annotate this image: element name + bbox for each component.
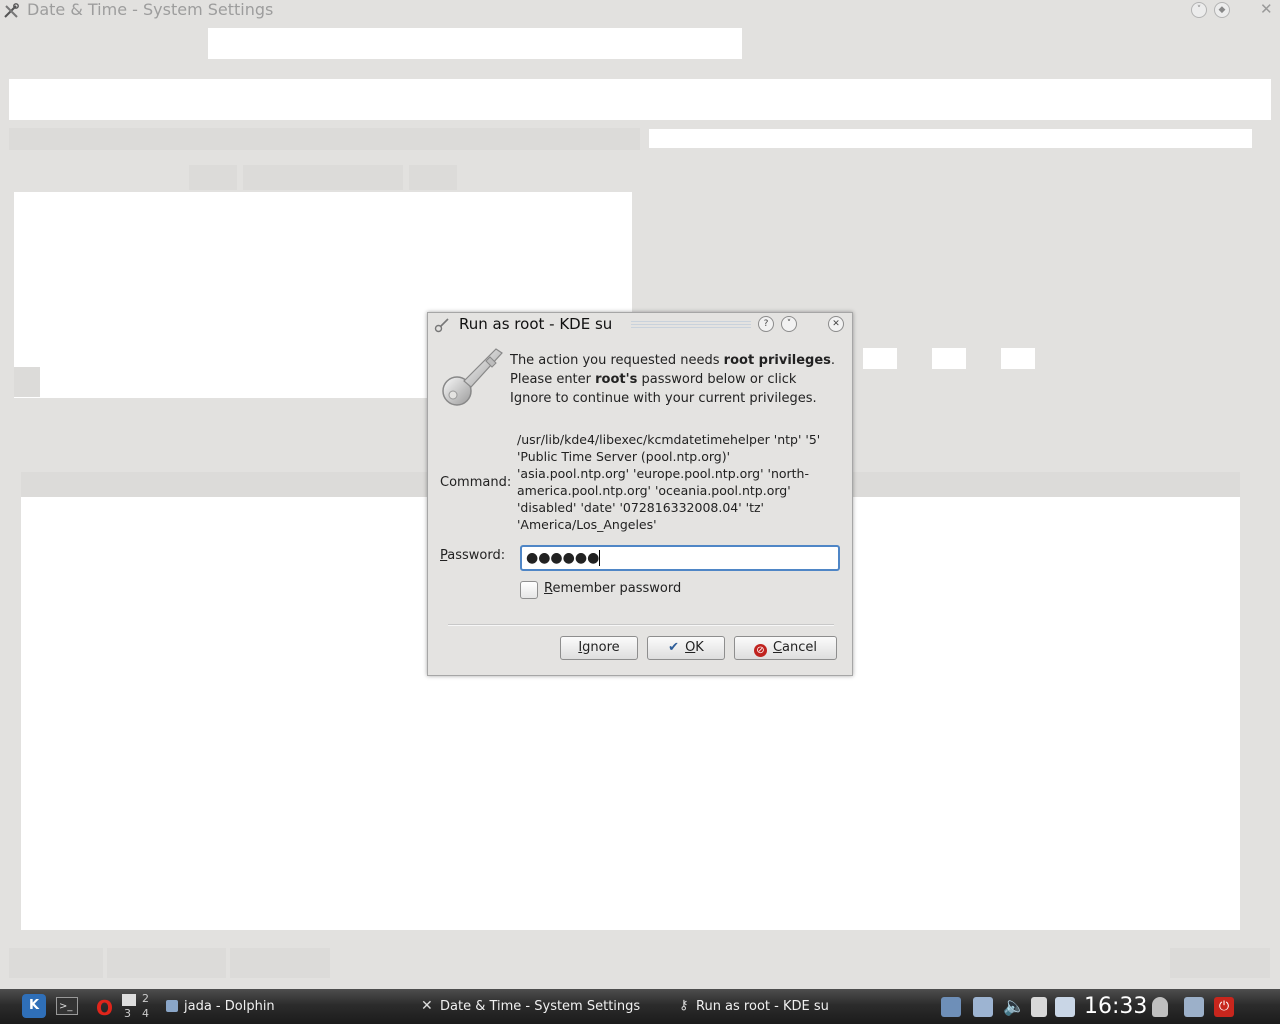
- command-text: /usr/lib/kde4/libexec/kcmdatetimehelper …: [517, 432, 821, 532]
- klipper-icon[interactable]: [941, 997, 961, 1017]
- text-caret: [599, 550, 601, 566]
- trash-icon[interactable]: [1152, 997, 1168, 1017]
- dialog-message: The action you requested needs root priv…: [510, 353, 836, 406]
- pager-desktop-1[interactable]: [122, 994, 136, 1006]
- pager-desktop-2[interactable]: 2: [142, 992, 149, 1005]
- second-field[interactable]: [1001, 348, 1035, 369]
- help-icon[interactable]: ?: [758, 316, 774, 332]
- terminal-icon[interactable]: >_: [56, 997, 78, 1015]
- opera-icon[interactable]: O: [96, 996, 113, 1020]
- network-icon[interactable]: [973, 997, 993, 1017]
- remember-password-checkbox[interactable]: [520, 581, 538, 599]
- button-separator: [448, 624, 834, 626]
- year-selector[interactable]: [409, 165, 457, 190]
- run-as-root-dialog: Run as root - KDE su ? ˅ ✕ The action yo…: [427, 312, 853, 676]
- minute-field[interactable]: [932, 348, 966, 369]
- checkmark-icon: ✔: [668, 640, 680, 655]
- tools-icon: ✕: [421, 998, 433, 1014]
- apply-button[interactable]: [1170, 948, 1270, 978]
- task-dolphin[interactable]: jada - Dolphin: [184, 999, 275, 1014]
- close-icon[interactable]: ✕: [828, 316, 844, 332]
- password-input[interactable]: ●●●●●●: [520, 545, 840, 571]
- password-label: Password:: [440, 548, 506, 563]
- folder-icon: [166, 1000, 178, 1012]
- reset-button[interactable]: [230, 948, 330, 978]
- pager[interactable]: 2 3 4: [120, 992, 156, 1022]
- help-button[interactable]: [9, 948, 103, 978]
- remember-password-label[interactable]: Remember password: [544, 581, 681, 596]
- hour-field[interactable]: [863, 348, 897, 369]
- tab-time-zone[interactable]: [649, 129, 1252, 148]
- search-field[interactable]: [208, 28, 742, 59]
- cancel-button[interactable]: ⊘ Cancel: [734, 636, 837, 660]
- logout-icon[interactable]: ⏻: [1214, 997, 1234, 1017]
- default-button[interactable]: [107, 948, 226, 978]
- ignore-button[interactable]: Ignore: [560, 636, 638, 660]
- month-name-selector[interactable]: [243, 165, 403, 190]
- pager-desktop-3[interactable]: 3: [124, 1007, 131, 1020]
- clipboard-icon[interactable]: [1031, 997, 1047, 1017]
- background-window-title: Date & Time - System Settings: [27, 0, 274, 19]
- minimize-icon[interactable]: ˅: [781, 316, 797, 332]
- key-icon: [442, 348, 503, 406]
- lock-screen-icon[interactable]: [1184, 997, 1204, 1017]
- kde-menu-icon[interactable]: K: [22, 994, 46, 1018]
- minimize-icon[interactable]: ˅: [1191, 2, 1207, 18]
- ok-button[interactable]: ✔ OK: [647, 636, 725, 660]
- maximize-icon[interactable]: ◆: [1214, 2, 1230, 18]
- dialog-title: Run as root - KDE su: [459, 315, 613, 333]
- key-icon: ⚷: [679, 998, 689, 1013]
- close-icon[interactable]: ✕: [1260, 0, 1273, 18]
- titlebar-decoration: [631, 321, 751, 328]
- dialog-titlebar[interactable]: Run as root - KDE su ? ˅ ✕: [428, 313, 852, 335]
- background-window-titlebar[interactable]: Date & Time - System Settings ˅ ◆ ✕: [0, 0, 1280, 22]
- task-system-settings[interactable]: Date & Time - System Settings: [440, 999, 640, 1014]
- week-column: [14, 367, 40, 397]
- pager-desktop-4[interactable]: 4: [142, 1007, 149, 1020]
- task-kde-su[interactable]: Run as root - KDE su: [696, 999, 829, 1014]
- volume-icon[interactable]: 🔈: [1003, 996, 1025, 1017]
- update-notifier-icon[interactable]: [1055, 997, 1075, 1017]
- month-selector[interactable]: [189, 165, 237, 190]
- key-icon: [434, 318, 449, 333]
- clock[interactable]: 16:33: [1084, 994, 1147, 1019]
- tools-icon: [4, 3, 19, 18]
- password-value: ●●●●●●: [526, 550, 600, 566]
- taskbar: K >_ O 2 3 4 jada - Dolphin ✕ Date & Tim…: [0, 989, 1280, 1024]
- tab-date-and-time[interactable]: [9, 128, 640, 150]
- header-panel: [9, 79, 1271, 120]
- command-label: Command:: [440, 475, 512, 490]
- cancel-icon: ⊘: [753, 644, 767, 657]
